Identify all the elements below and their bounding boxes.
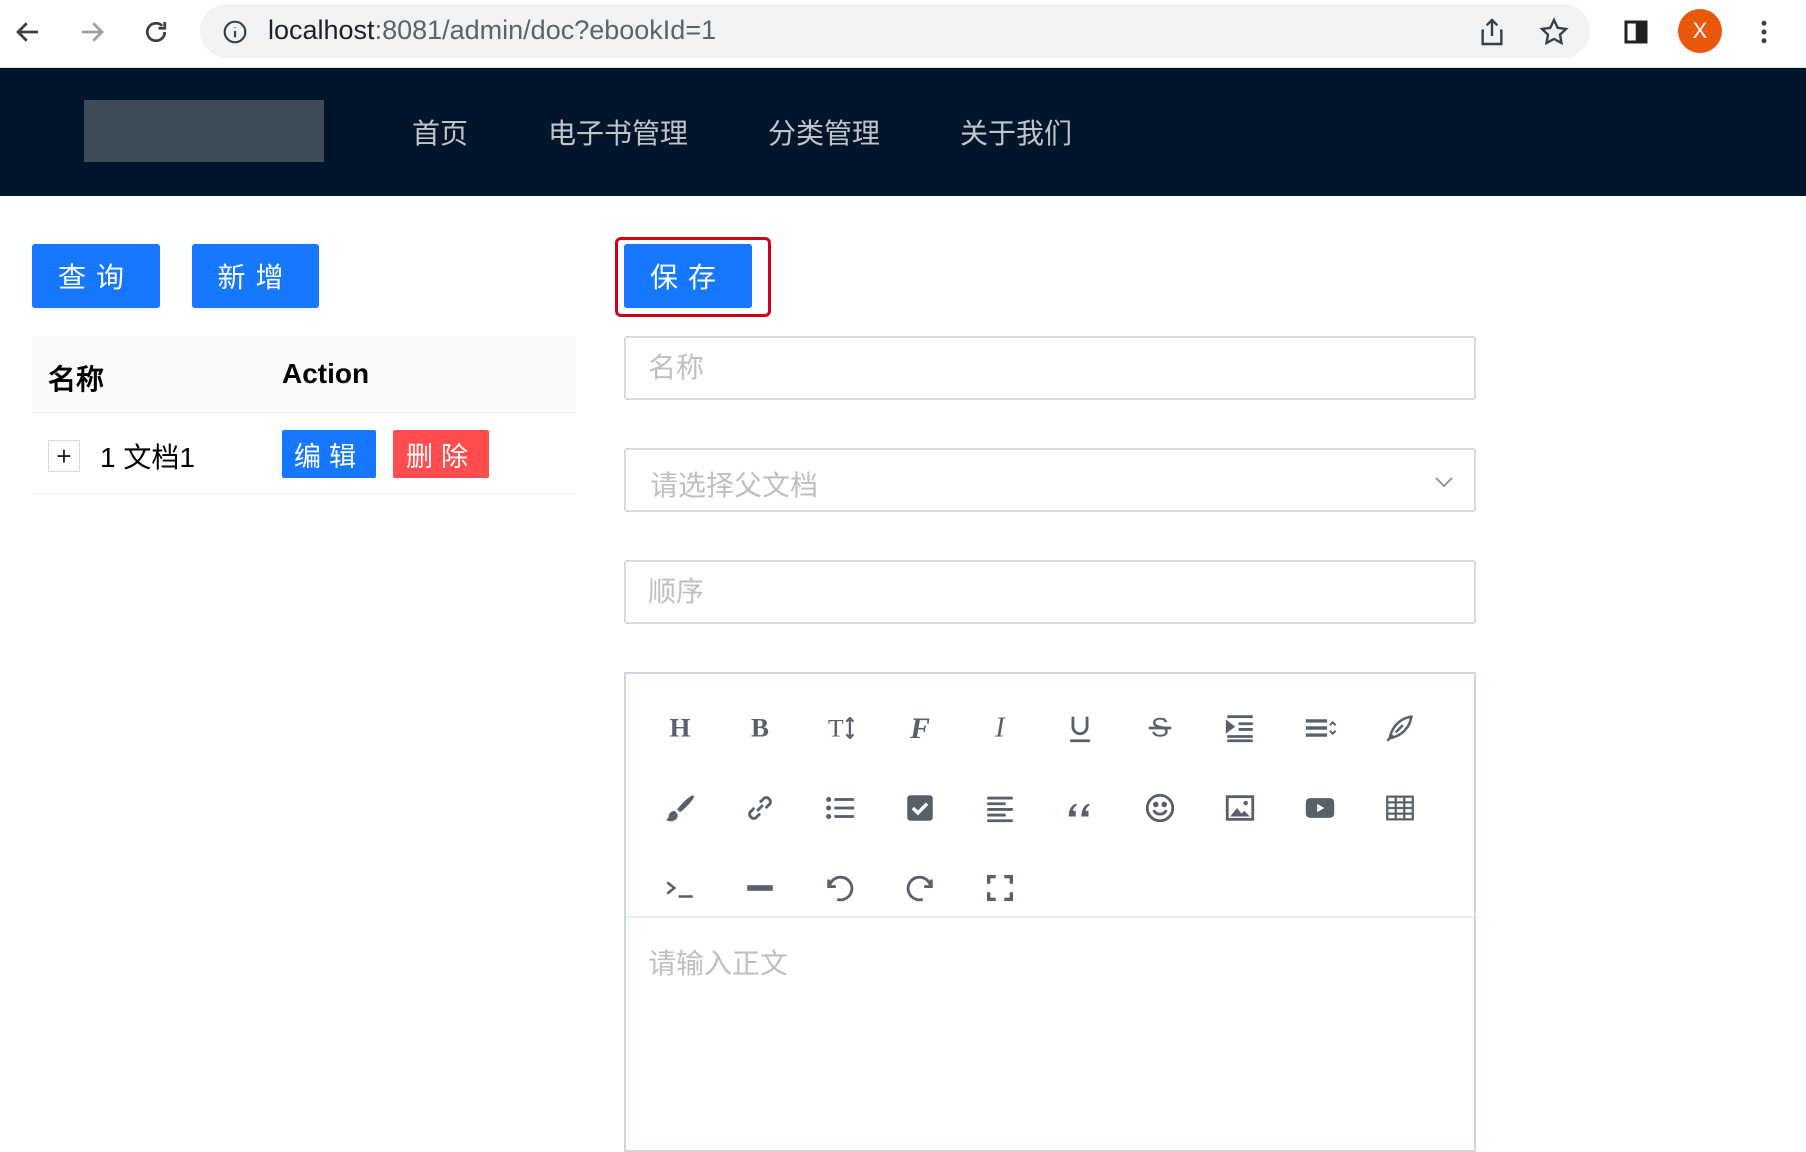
address-bar[interactable]: localhost:8081/admin/doc?ebookId=1	[200, 4, 1590, 58]
parent-doc-select[interactable]: 请选择父文档	[624, 448, 1476, 512]
undo-icon[interactable]	[812, 860, 868, 916]
table-icon[interactable]	[1372, 780, 1428, 836]
font-family-icon[interactable]: F	[892, 700, 948, 756]
brush-icon[interactable]	[652, 780, 708, 836]
order-field[interactable]	[624, 560, 1476, 624]
indent-icon[interactable]	[1212, 700, 1268, 756]
heading-icon[interactable]: H	[652, 700, 708, 756]
app-header: 首页 电子书管理 分类管理 关于我们	[0, 68, 1806, 196]
svg-text:I: I	[994, 713, 1006, 744]
add-button[interactable]: 新增	[192, 244, 319, 308]
video-icon[interactable]	[1292, 780, 1348, 836]
url-path: :8081/admin/doc?ebookId=1	[374, 15, 717, 45]
content-placeholder[interactable]: 请输入正文	[648, 942, 788, 982]
logo-placeholder	[84, 100, 324, 162]
forward-icon[interactable]	[70, 10, 114, 54]
horizontal-rule-icon[interactable]	[732, 860, 788, 916]
url-host: localhost	[268, 15, 375, 45]
top-nav: 首页 电子书管理 分类管理 关于我们	[372, 68, 1112, 196]
nav-item-about-us[interactable]: 关于我们	[920, 112, 1112, 152]
reload-icon[interactable]	[134, 10, 178, 54]
bold-icon[interactable]: B	[732, 700, 788, 756]
font-size-icon[interactable]: T	[812, 700, 868, 756]
site-info-icon[interactable]	[222, 19, 248, 45]
delete-button[interactable]: 删除	[393, 430, 489, 478]
svg-text:F: F	[909, 712, 930, 745]
emoji-icon[interactable]	[1132, 780, 1188, 836]
chevron-down-icon	[1435, 477, 1453, 488]
svg-text:T: T	[828, 714, 844, 743]
rich-text-editor: H B T F I S 请输入正文	[624, 672, 1476, 1152]
share-icon[interactable]	[1476, 16, 1508, 48]
svg-text:H: H	[670, 713, 691, 743]
save-button[interactable]: 保存	[624, 244, 752, 308]
name-field[interactable]	[624, 336, 1476, 400]
profile-avatar[interactable]: X	[1678, 9, 1722, 53]
column-header-action: Action	[282, 358, 370, 389]
name-input[interactable]	[626, 338, 1474, 398]
nav-item-home[interactable]: 首页	[372, 112, 508, 152]
checklist-icon[interactable]	[892, 780, 948, 836]
editor-toolbar: H B T F I S	[626, 674, 1474, 918]
image-icon[interactable]	[1212, 780, 1268, 836]
strikethrough-icon[interactable]: S	[1132, 700, 1188, 756]
link-icon[interactable]	[732, 780, 788, 836]
column-header-name: 名称	[48, 364, 105, 395]
table-row: + 1 文档1 编辑 删除	[32, 412, 576, 495]
browser-toolbar: localhost:8081/admin/doc?ebookId=1 X	[0, 0, 1806, 68]
underline-icon[interactable]	[1052, 700, 1108, 756]
line-height-icon[interactable]	[1292, 700, 1348, 756]
back-icon[interactable]	[6, 10, 50, 54]
svg-text:B: B	[751, 713, 769, 743]
expand-row-button[interactable]: +	[48, 440, 80, 472]
highlight-icon[interactable]	[1372, 700, 1428, 756]
unordered-list-icon[interactable]	[812, 780, 868, 836]
table-header: 名称 Action	[32, 336, 576, 413]
fullscreen-icon[interactable]	[972, 860, 1028, 916]
align-left-icon[interactable]	[972, 780, 1028, 836]
quote-icon[interactable]	[1052, 780, 1108, 836]
url-text: localhost:8081/admin/doc?ebookId=1	[268, 15, 716, 46]
nav-item-ebook-management[interactable]: 电子书管理	[508, 112, 728, 152]
redo-icon[interactable]	[892, 860, 948, 916]
edit-button[interactable]: 编辑	[282, 430, 376, 478]
italic-icon[interactable]: I	[972, 700, 1028, 756]
parent-doc-placeholder: 请选择父文档	[650, 470, 819, 501]
query-button[interactable]: 查询	[32, 244, 160, 308]
code-icon[interactable]	[652, 860, 708, 916]
side-panel-icon[interactable]	[1614, 10, 1658, 54]
bookmark-star-icon[interactable]	[1538, 16, 1570, 48]
doc-name-cell: 1 文档1	[100, 442, 195, 473]
more-menu-icon[interactable]	[1742, 10, 1786, 54]
nav-item-category-management[interactable]: 分类管理	[728, 112, 920, 152]
order-input[interactable]	[626, 562, 1474, 622]
